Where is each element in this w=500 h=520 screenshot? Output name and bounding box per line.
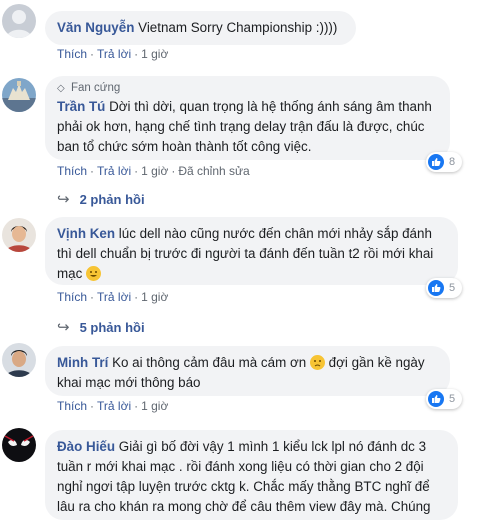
avatar[interactable] [2,343,36,377]
reply-link[interactable]: Trả lời [97,399,131,413]
commenter-name[interactable]: Trần Tú [57,99,105,114]
comment-bubble: Minh Trí Ko ai thông cảm đâu mà cám ơn đ… [45,346,450,396]
comment-bubble: Văn Nguyễn Vietnam Sorry Championship :)… [45,11,356,45]
timestamp[interactable]: 1 giờ [141,47,168,61]
like-link[interactable]: Thích [57,47,87,61]
diamond-icon: ◇ [57,83,65,94]
edited-label[interactable]: Đã chỉnh sửa [178,164,249,178]
comment-text: Dời thì dời, quan trọng là hệ thống ánh … [57,99,432,154]
comment-actions: Thích · Trả lời · 1 giờ [57,399,169,413]
timestamp[interactable]: 1 giờ [141,290,168,304]
view-replies-link[interactable]: ↪ 2 phản hồi [57,190,145,208]
timestamp[interactable]: 1 giờ [141,164,168,178]
like-link[interactable]: Thích [57,290,87,304]
timestamp[interactable]: 1 giờ [141,399,168,413]
reply-link[interactable]: Trả lời [97,290,131,304]
like-icon [428,280,444,296]
commenter-name[interactable]: Văn Nguyễn [57,20,134,35]
comment-bubble: Vịnh Ken lúc dell nào cũng nước đến chân… [45,217,458,285]
comment-actions: Thích · Trả lời · 1 giờ [57,290,169,304]
view-replies-link[interactable]: ↪ 5 phản hồi [57,318,145,336]
grinning-emoji-icon [86,266,102,281]
like-link[interactable]: Thích [57,399,87,413]
reply-arrow-icon: ↪ [57,319,70,336]
commenter-name[interactable]: Đào Hiếu [57,439,115,454]
commenter-name[interactable]: Vịnh Ken [57,226,115,241]
avatar[interactable] [2,4,36,38]
comment-actions: Thích · Trả lời · 1 giờ [57,47,169,61]
comment-bubble: ◇ Fan cứng Trần Tú Dời thì dời, quan trọn… [45,76,450,160]
comment-bubble: Đào Hiếu Giải gì bố đời vậy 1 mình 1 kiể… [45,430,458,520]
reaction-count[interactable]: 5 [426,389,462,409]
comment-actions: Thích · Trả lời · 1 giờ · Đã chỉnh sửa [57,164,250,178]
reaction-count[interactable]: 8 [426,152,462,172]
reply-link[interactable]: Trả lời [97,47,131,61]
reply-link[interactable]: Trả lời [97,164,131,178]
comment-text: Ko ai thông cảm đâu mà cám ơn [112,355,307,370]
fan-badge: ◇ Fan cứng [57,82,121,94]
reply-arrow-icon: ↪ [57,191,70,208]
sad-face-emoji-icon [309,355,325,370]
reaction-count[interactable]: 5 [426,278,462,298]
like-icon [428,154,444,170]
like-icon [428,391,444,407]
comment-text: Vietnam Sorry Championship :)))) [138,20,338,35]
avatar[interactable] [2,78,36,112]
like-link[interactable]: Thích [57,164,87,178]
commenter-name[interactable]: Minh Trí [57,355,108,370]
avatar[interactable] [2,218,36,252]
avatar[interactable] [2,428,36,462]
